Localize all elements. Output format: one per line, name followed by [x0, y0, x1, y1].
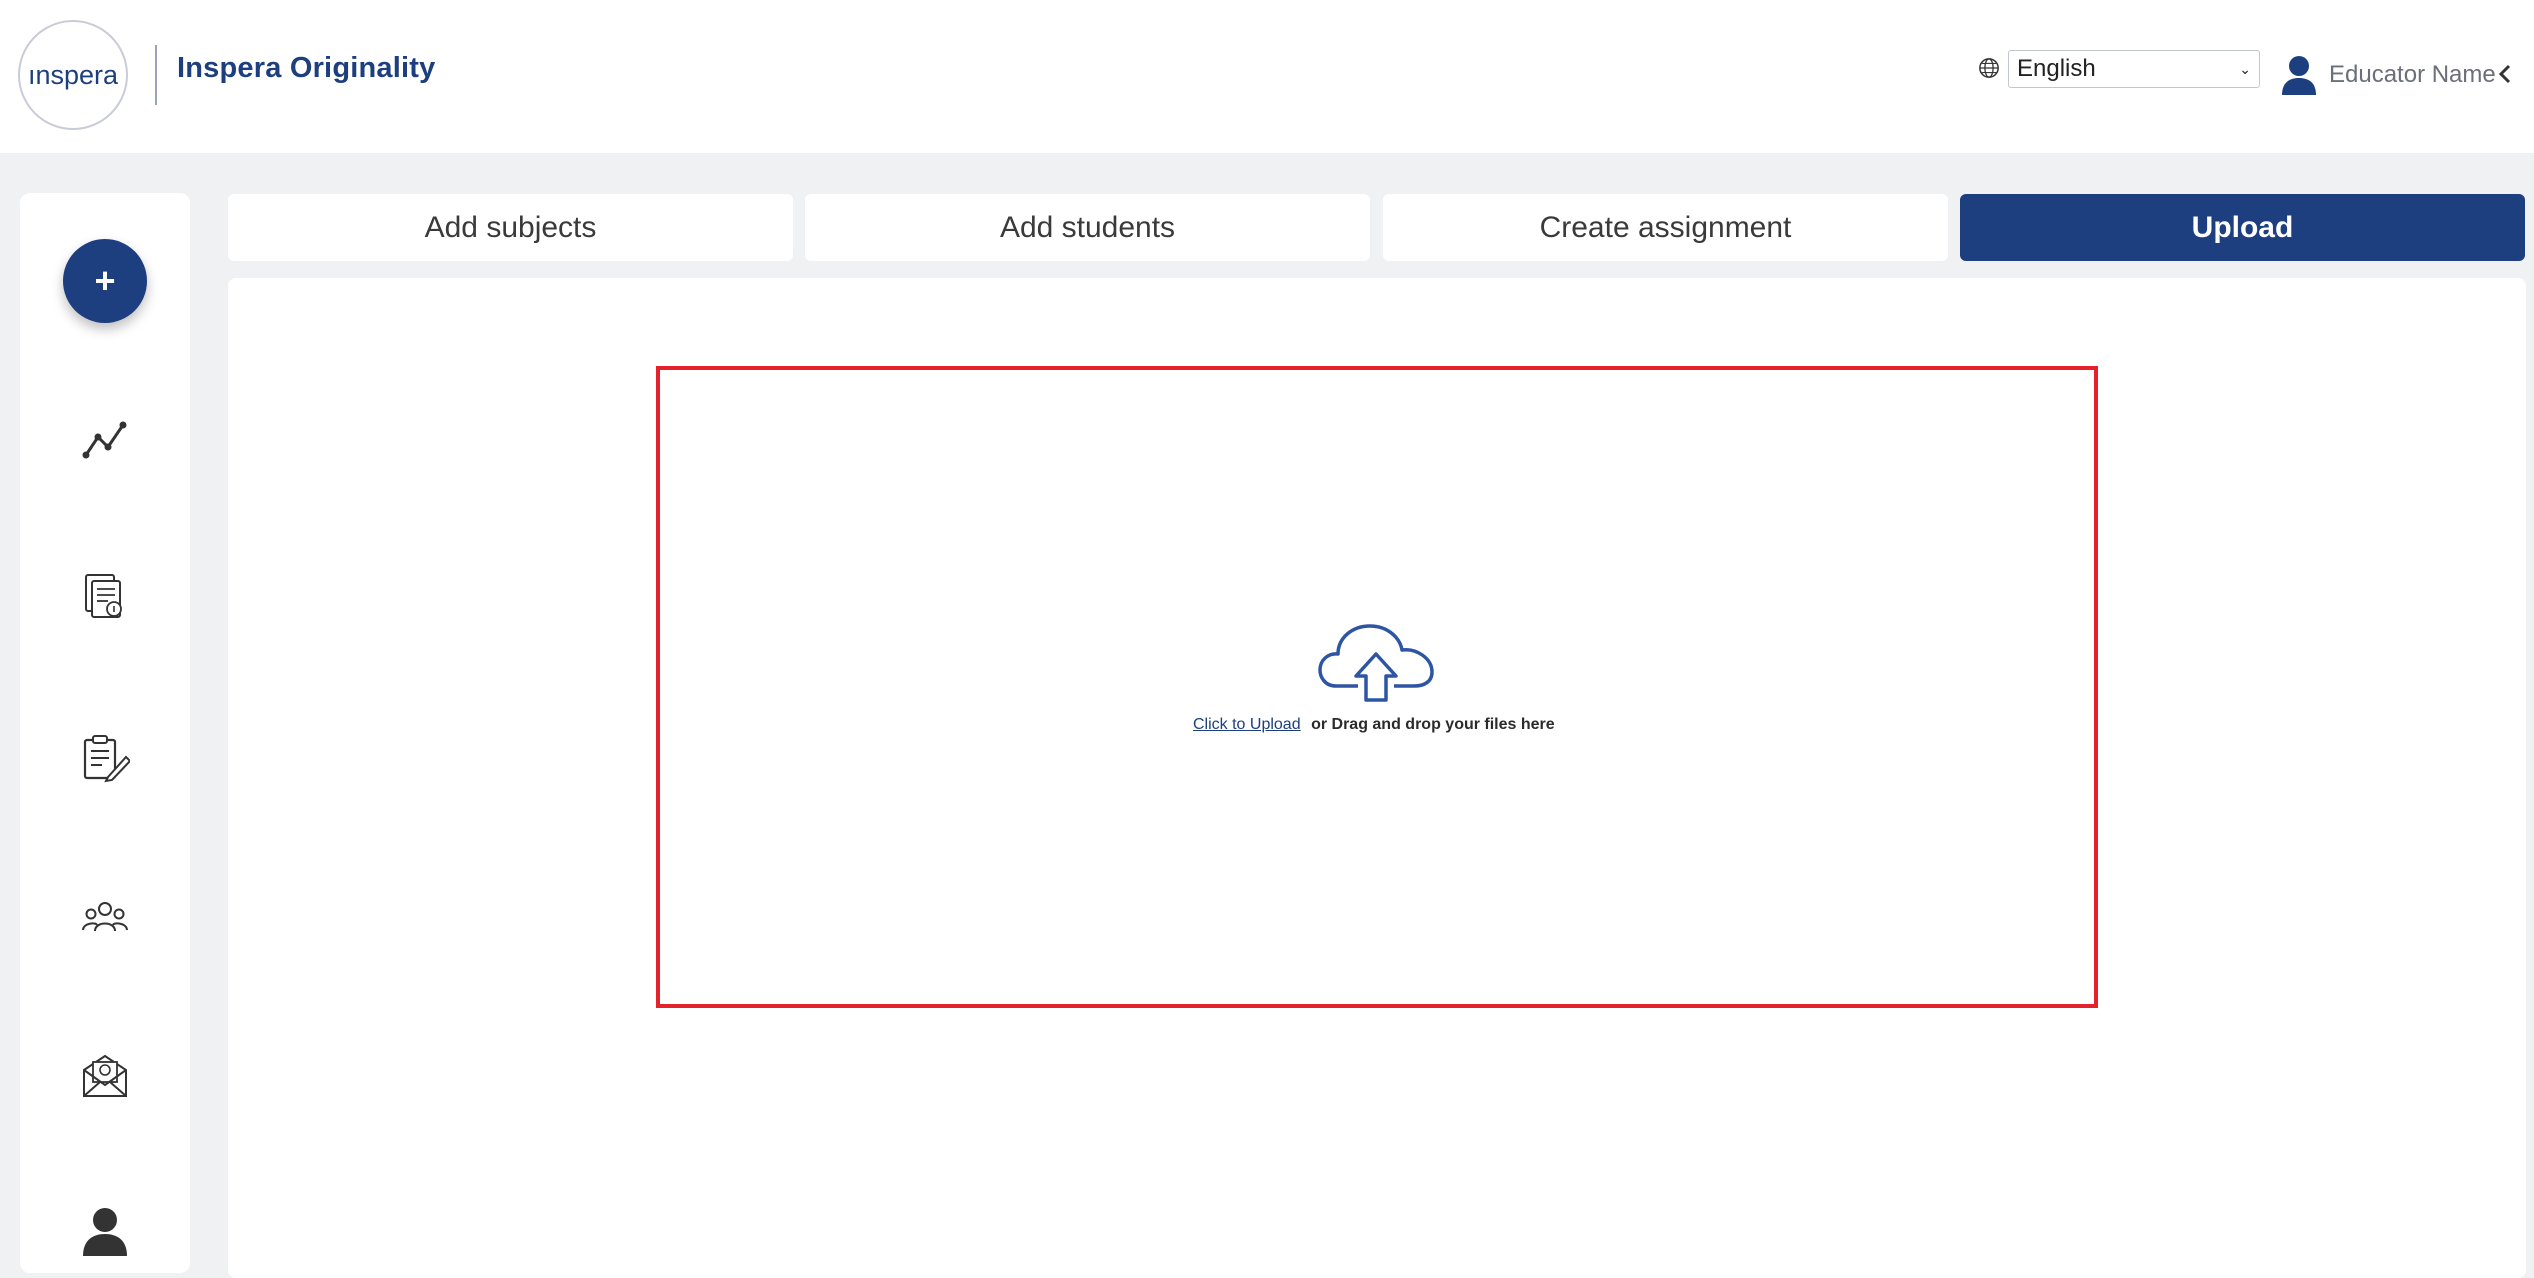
assignments-icon[interactable] [80, 733, 130, 783]
chevron-left-icon[interactable] [2498, 63, 2512, 85]
logo-divider [155, 45, 157, 105]
documents-icon[interactable] [80, 572, 130, 622]
language-selected: English [2017, 55, 2096, 82]
tab-add-subjects[interactable]: Add subjects [228, 194, 793, 261]
logo-text: ınspera [27, 59, 119, 90]
user-icon[interactable] [2280, 55, 2318, 95]
profile-icon[interactable] [80, 1206, 130, 1256]
cloud-upload-icon[interactable] [1318, 620, 1434, 702]
drag-drop-text: or Drag and drop your files here [1311, 716, 1555, 733]
top-header: ınspera Inspera Originality English ⌄ Ed… [0, 0, 2534, 153]
analytics-icon[interactable] [80, 415, 130, 465]
tab-add-students[interactable]: Add students [805, 194, 1370, 261]
user-name[interactable]: Educator Name [2329, 61, 2496, 89]
inspera-logo[interactable]: ınspera [18, 20, 128, 130]
add-button[interactable]: + [63, 239, 147, 323]
app-title: Inspera Originality [177, 52, 436, 84]
tab-upload[interactable]: Upload [1960, 194, 2525, 261]
chevron-down-icon: ⌄ [2239, 60, 2251, 77]
tab-create-assignment[interactable]: Create assignment [1383, 194, 1948, 261]
language-select[interactable]: English ⌄ [2008, 50, 2260, 88]
students-icon[interactable] [80, 893, 130, 943]
upload-instruction: Click to Upload or Drag and drop your fi… [1193, 716, 1555, 734]
click-to-upload-link[interactable]: Click to Upload [1193, 716, 1301, 733]
help-mail-icon[interactable] [80, 1050, 130, 1100]
globe-icon [1979, 58, 1999, 78]
